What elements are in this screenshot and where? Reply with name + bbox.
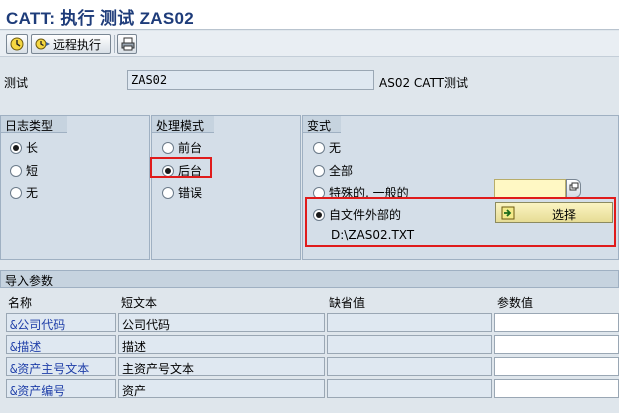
test-input[interactable]: ZAS02 [127, 70, 374, 90]
toolbar-separator [114, 35, 115, 53]
log-type-long-label: 长 [26, 141, 39, 155]
column-header-short-text: 短文本 [121, 296, 158, 310]
log-type-short-label: 短 [26, 164, 39, 178]
execute-button[interactable] [6, 34, 28, 54]
variant-none-option[interactable]: 无 [313, 139, 341, 156]
execute-icon [10, 37, 24, 51]
variant-all-label: 全部 [329, 164, 354, 178]
param-name[interactable]: &描述 [6, 335, 116, 354]
log-type-none-option[interactable]: 无 [10, 184, 38, 201]
popup-icon [569, 182, 579, 195]
test-field-row: 测试 ZAS02 AS02 CATT测试 [0, 66, 619, 94]
variant-special-input[interactable] [494, 179, 566, 198]
param-short-text: 主资产号文本 [118, 357, 325, 376]
param-value-input[interactable] [494, 379, 619, 398]
param-default [327, 313, 492, 332]
remote-execute-label: 远程执行 [53, 37, 102, 52]
column-header-default: 缺省值 [329, 296, 366, 310]
param-short-text: 描述 [118, 335, 325, 354]
proc-mode-foreground-option[interactable]: 前台 [162, 139, 202, 156]
param-short-text: 公司代码 [118, 313, 325, 332]
radio-button[interactable] [313, 164, 325, 177]
proc-mode-error-label: 错误 [178, 186, 203, 200]
radio-button-selected[interactable] [10, 141, 22, 154]
variant-all-option[interactable]: 全部 [313, 162, 353, 179]
param-value-input[interactable] [494, 313, 619, 332]
radio-button[interactable] [10, 164, 22, 177]
radio-button[interactable] [162, 141, 174, 154]
print-button[interactable] [117, 34, 137, 54]
column-header-param-value: 参数值 [497, 296, 534, 310]
proc-mode-error-option[interactable]: 错误 [162, 184, 202, 201]
param-name[interactable]: &资产编号 [6, 379, 116, 398]
log-type-none-label: 无 [26, 186, 39, 200]
param-name[interactable]: &公司代码 [6, 313, 116, 332]
test-label: 测试 [4, 76, 29, 90]
variant-none-label: 无 [329, 141, 342, 155]
param-default [327, 379, 492, 398]
param-default [327, 357, 492, 376]
radio-button[interactable] [10, 186, 22, 199]
log-type-header: 日志类型 [1, 116, 67, 133]
application-toolbar: 远程执行 [0, 31, 619, 57]
param-value-input[interactable] [494, 357, 619, 376]
import-params-header: 导入参数 [0, 270, 619, 288]
highlight-box [150, 157, 212, 178]
param-value-input[interactable] [494, 335, 619, 354]
remote-execute-icon [35, 37, 50, 51]
variant-header: 变式 [303, 116, 341, 133]
log-type-group: 日志类型 长 短 无 [0, 115, 150, 260]
print-icon [121, 37, 135, 51]
page-title: CATT: 执行 测试 ZAS02 [6, 9, 195, 28]
radio-button[interactable] [313, 141, 325, 154]
radio-button[interactable] [162, 186, 174, 199]
processing-mode-group: 处理模式 前台 后台 错误 [151, 115, 301, 260]
variant-special-popup-button[interactable] [566, 179, 581, 198]
log-type-short-option[interactable]: 短 [10, 162, 38, 179]
highlight-box [305, 197, 616, 247]
param-name[interactable]: &资产主号文本 [6, 357, 116, 376]
title-bar: CATT: 执行 测试 ZAS02 [0, 0, 619, 30]
param-default [327, 335, 492, 354]
proc-mode-foreground-label: 前台 [178, 141, 203, 155]
param-short-text: 资产 [118, 379, 325, 398]
processing-mode-header: 处理模式 [152, 116, 214, 133]
column-header-name: 名称 [8, 296, 33, 310]
test-description: AS02 CATT测试 [379, 76, 469, 90]
remote-execute-button[interactable]: 远程执行 [31, 34, 111, 54]
log-type-long-option[interactable]: 长 [10, 139, 38, 156]
